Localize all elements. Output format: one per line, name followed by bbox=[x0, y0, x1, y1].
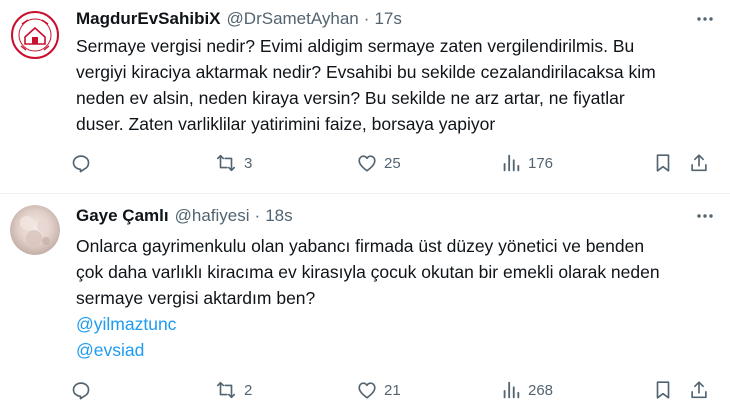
bookmark-button[interactable] bbox=[652, 377, 674, 403]
reply-button[interactable] bbox=[70, 150, 98, 176]
tweet-actions: 3 25 176 bbox=[70, 150, 720, 176]
more-options-button[interactable] bbox=[694, 8, 716, 30]
avatar[interactable] bbox=[10, 205, 60, 255]
share-button[interactable] bbox=[688, 150, 710, 176]
views-button[interactable]: 268 bbox=[500, 377, 553, 403]
tweet-actions: 2 21 268 bbox=[70, 377, 720, 403]
avatar[interactable] bbox=[10, 10, 60, 60]
tweet-text-line: Onlarca gayrimenkulu olan yabancı firmad… bbox=[76, 236, 645, 256]
bookmark-button[interactable] bbox=[652, 150, 674, 176]
retweet-icon bbox=[216, 381, 236, 399]
more-icon bbox=[697, 214, 713, 218]
association-logo-icon bbox=[10, 10, 60, 60]
tweet-text-line: duser. Zaten varliklilar yatirimini faiz… bbox=[76, 114, 496, 134]
timestamp[interactable]: 17s bbox=[374, 9, 401, 29]
views-icon bbox=[503, 154, 520, 172]
like-icon bbox=[358, 155, 376, 172]
share-button[interactable] bbox=[688, 377, 710, 403]
retweet-count: 2 bbox=[244, 381, 253, 399]
user-handle[interactable]: @hafiyesi bbox=[175, 206, 250, 226]
like-button[interactable]: 21 bbox=[356, 377, 401, 403]
more-icon bbox=[697, 17, 713, 21]
views-icon bbox=[503, 381, 520, 399]
views-count: 268 bbox=[528, 381, 554, 399]
tweet-header: Gaye Çamlı @hafiyesi · 18s bbox=[76, 205, 293, 227]
user-handle[interactable]: @DrSametAyhan bbox=[227, 9, 359, 29]
more-options-button[interactable] bbox=[694, 205, 716, 227]
tweet-text: Onlarca gayrimenkulu olan yabancı firmad… bbox=[76, 233, 716, 363]
share-icon bbox=[691, 381, 707, 399]
tweet-text: Sermaye vergisi nedir? Evimi aldigim ser… bbox=[76, 33, 716, 137]
retweet-button[interactable]: 3 bbox=[214, 150, 252, 176]
separator-dot: · bbox=[363, 9, 370, 28]
like-button[interactable]: 25 bbox=[356, 150, 401, 176]
tweet[interactable]: MagdurEvSahibiX @DrSametAyhan · 17s Serm… bbox=[0, 0, 730, 194]
tweet[interactable]: Gaye Çamlı @hafiyesi · 18s Onlarca gayri… bbox=[0, 195, 730, 420]
display-name[interactable]: MagdurEvSahibiX bbox=[76, 9, 221, 29]
display-name[interactable]: Gaye Çamlı bbox=[76, 206, 169, 226]
reply-icon bbox=[72, 382, 90, 400]
profile-photo-icon bbox=[10, 205, 60, 255]
tweet-header: MagdurEvSahibiX @DrSametAyhan · 17s bbox=[76, 8, 402, 30]
views-count: 176 bbox=[528, 154, 554, 172]
share-icon bbox=[691, 154, 707, 172]
bookmark-icon bbox=[656, 381, 670, 399]
tweet-text-line: neden ev alsin, neden kiraya versin? Bu … bbox=[76, 88, 625, 108]
views-button[interactable]: 176 bbox=[500, 150, 553, 176]
retweet-button[interactable]: 2 bbox=[214, 377, 252, 403]
bookmark-icon bbox=[656, 154, 670, 172]
reply-icon bbox=[72, 155, 90, 173]
mention-link[interactable]: @evsiad bbox=[76, 337, 716, 363]
like-icon bbox=[358, 382, 376, 399]
like-count: 21 bbox=[384, 381, 401, 399]
retweet-icon bbox=[216, 154, 236, 172]
mention-link[interactable]: @yilmaztunc bbox=[76, 311, 716, 337]
tweet-text-line: sermaye vergisi aktardım ben? bbox=[76, 288, 316, 308]
reply-button[interactable] bbox=[70, 377, 98, 403]
like-count: 25 bbox=[384, 154, 401, 172]
separator-dot: · bbox=[254, 206, 261, 225]
retweet-count: 3 bbox=[244, 154, 253, 172]
tweet-text-line: vergiyi kiraciya aktarmak nedir? Evsahib… bbox=[76, 62, 656, 82]
timestamp[interactable]: 18s bbox=[265, 206, 292, 226]
tweet-text-line: çok daha varlıklı kiracıma ev kirasıyla … bbox=[76, 262, 660, 282]
tweet-text-line: Sermaye vergisi nedir? Evimi aldigim ser… bbox=[76, 36, 635, 56]
